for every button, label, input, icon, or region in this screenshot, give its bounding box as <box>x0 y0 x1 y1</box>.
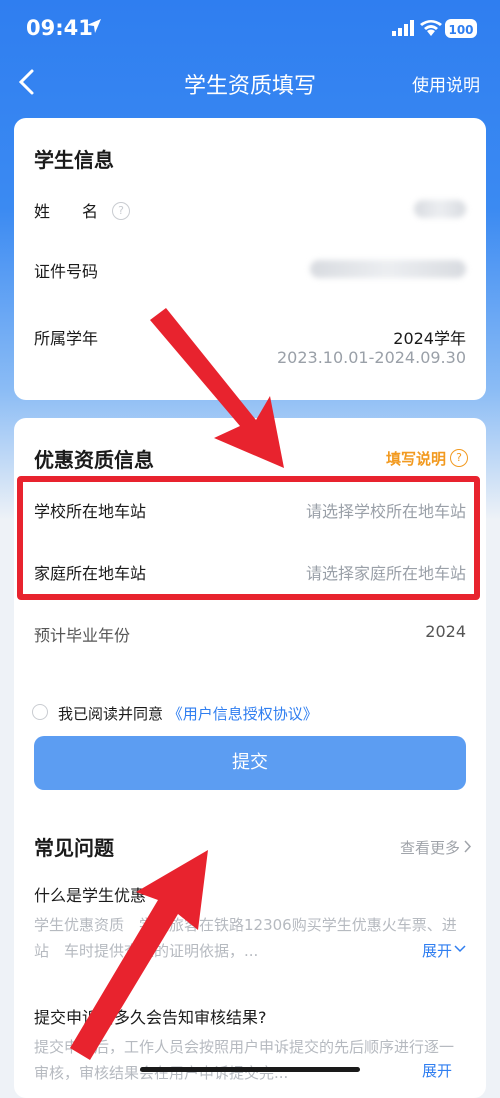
red-arrow-up <box>70 850 208 1060</box>
annotation-arrows <box>70 308 284 1060</box>
red-arrow-down <box>150 308 284 468</box>
home-indicator <box>140 1067 360 1072</box>
